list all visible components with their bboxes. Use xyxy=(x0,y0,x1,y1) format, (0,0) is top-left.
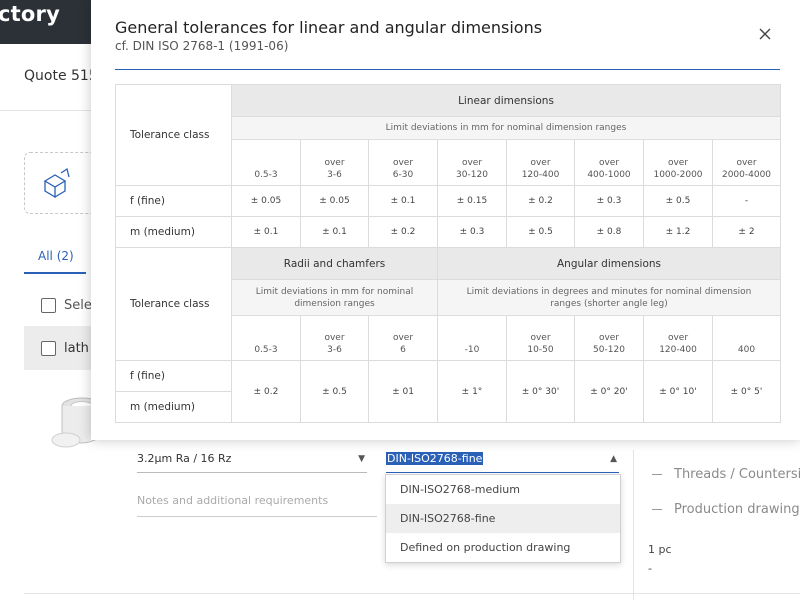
value-cell: ± 0.05 xyxy=(231,185,301,217)
range-cell: over 120-400 xyxy=(506,139,575,186)
range-cell: over 30-120 xyxy=(437,139,507,186)
value-cell: ± 0.1 xyxy=(300,216,369,248)
tolerance-select[interactable]: DIN-ISO2768-fine ▲ xyxy=(386,452,619,473)
caret-up-icon: ▲ xyxy=(610,454,617,464)
value-cell: ± 0.8 xyxy=(574,216,644,248)
production-drawing-item[interactable]: Production drawing xyxy=(652,502,800,517)
row-label: m (medium) xyxy=(115,391,232,423)
tolerance-modal: General tolerances for linear and angula… xyxy=(91,0,800,440)
linear-fine-row: f (fine) ± 0.05 ± 0.05 ± 0.1 ± 0.15 ± 0.… xyxy=(115,185,781,217)
value-cell: ± 0.5 xyxy=(506,216,575,248)
notes-input[interactable]: Notes and additional requirements xyxy=(137,494,377,517)
linear-medium-row: m (medium) ± 0.1 ± 0.1 ± 0.2 ± 0.3 ± 0.5… xyxy=(115,216,781,248)
tab-active-indicator xyxy=(24,272,86,274)
range-cell: 0.5-3 xyxy=(231,315,301,361)
roughness-select[interactable]: 3.2µm Ra / 16 Rz ▼ xyxy=(137,452,367,473)
header-divider xyxy=(0,110,100,111)
range-cell: over 3-6 xyxy=(300,139,369,186)
roughness-value: 3.2µm Ra / 16 Rz xyxy=(137,452,232,465)
range-cell: 0.5-3 xyxy=(231,139,301,186)
value-cell: ± 0.1 xyxy=(368,185,438,217)
radii-subheader: Limit deviations in mm for nominal dimen… xyxy=(231,279,438,316)
range-cell: over 6-30 xyxy=(368,139,438,186)
modal-title: General tolerances for linear and angula… xyxy=(115,18,543,37)
linear-class-header: Tolerance class xyxy=(115,84,232,186)
range-cell: over 2000-4000 xyxy=(712,139,781,186)
select-all-checkbox[interactable] xyxy=(41,298,56,313)
row-label: f (fine) xyxy=(115,360,232,392)
quantity: 1 pc xyxy=(648,543,672,556)
range-cell: over 1000-2000 xyxy=(643,139,713,186)
value-cell: ± 0.2 xyxy=(231,360,301,423)
value-cell: ± 01 xyxy=(368,360,438,423)
brand-text: ctory xyxy=(0,2,60,26)
tolerance-table: Tolerance class Linear dimensions Limit … xyxy=(115,84,781,423)
close-icon[interactable] xyxy=(757,26,773,42)
range-cell: over 3-6 xyxy=(300,315,369,361)
modal-subtitle: cf. DIN ISO 2768-1 (1991-06) xyxy=(115,39,289,53)
linear-group-header: Linear dimensions xyxy=(231,84,781,117)
price: - xyxy=(648,562,652,575)
tab-all[interactable]: All (2) xyxy=(38,249,74,263)
value-cell: ± 0.05 xyxy=(300,185,369,217)
value-cell: ± 0° 20' xyxy=(574,360,644,423)
value-cell: ± 1.2 xyxy=(643,216,713,248)
threads-item[interactable]: Threads / Countersinks xyxy=(652,467,800,482)
value-cell: - xyxy=(712,185,781,217)
option-iso2768-fine[interactable]: DIN-ISO2768-fine xyxy=(386,504,620,533)
upload-dropzone[interactable] xyxy=(24,152,96,214)
tolerance-dropdown: DIN-ISO2768-medium DIN-ISO2768-fine Defi… xyxy=(385,474,621,563)
value-cell: ± 0.3 xyxy=(574,185,644,217)
dash-icon xyxy=(652,509,662,510)
cube-upload-icon xyxy=(43,167,70,199)
value-cell: ± 1° xyxy=(437,360,507,423)
option-production-drawing[interactable]: Defined on production drawing xyxy=(386,533,620,562)
row-label: m (medium) xyxy=(115,216,232,248)
value-cell: ± 0.5 xyxy=(643,185,713,217)
angular-group-header: Angular dimensions xyxy=(437,247,781,280)
value-cell: ± 0° 10' xyxy=(643,360,713,423)
option-iso2768-medium[interactable]: DIN-ISO2768-medium xyxy=(386,475,620,504)
radii-group-header: Radii and chamfers xyxy=(231,247,438,280)
quote-title: Quote 515 xyxy=(24,68,98,84)
range-cell: over 400-1000 xyxy=(574,139,644,186)
modal-title-rule xyxy=(115,69,780,70)
radii-class-header: Tolerance class xyxy=(115,247,232,361)
value-cell: ± 0° 5' xyxy=(712,360,781,423)
brand-logo[interactable]: ctory xyxy=(0,0,100,44)
row-label: f (fine) xyxy=(115,185,232,217)
select-all-label: Sele xyxy=(64,298,92,313)
part-checkbox[interactable] xyxy=(41,341,56,356)
value-cell: ± 0.1 xyxy=(231,216,301,248)
range-cell: over 120-400 xyxy=(643,315,713,361)
range-cell: over 50-120 xyxy=(574,315,644,361)
tolerance-value: DIN-ISO2768-fine xyxy=(386,452,484,465)
range-cell: 400 xyxy=(712,315,781,361)
range-cell: over 6 xyxy=(368,315,438,361)
dash-icon xyxy=(652,474,662,475)
caret-down-icon: ▼ xyxy=(358,454,365,464)
notes-placeholder: Notes and additional requirements xyxy=(137,494,329,507)
range-cell: over 10-50 xyxy=(506,315,575,361)
value-cell: ± 0.2 xyxy=(506,185,575,217)
threads-label: Threads / Countersinks xyxy=(674,467,800,482)
value-cell: ± 0.5 xyxy=(300,360,369,423)
side-divider xyxy=(633,450,634,600)
production-drawing-label: Production drawing xyxy=(674,502,800,517)
bottom-divider xyxy=(24,593,800,594)
value-cell: ± 2 xyxy=(712,216,781,248)
part-name: lath xyxy=(64,341,89,356)
range-cell: -10 xyxy=(437,315,507,361)
angular-subheader: Limit deviations in degrees and minutes … xyxy=(437,279,781,316)
linear-subheader: Limit deviations in mm for nominal dimen… xyxy=(231,116,781,140)
value-cell: ± 0° 30' xyxy=(506,360,575,423)
value-cell: ± 0.15 xyxy=(437,185,507,217)
value-cell: ± 0.3 xyxy=(437,216,507,248)
value-cell: ± 0.2 xyxy=(368,216,438,248)
